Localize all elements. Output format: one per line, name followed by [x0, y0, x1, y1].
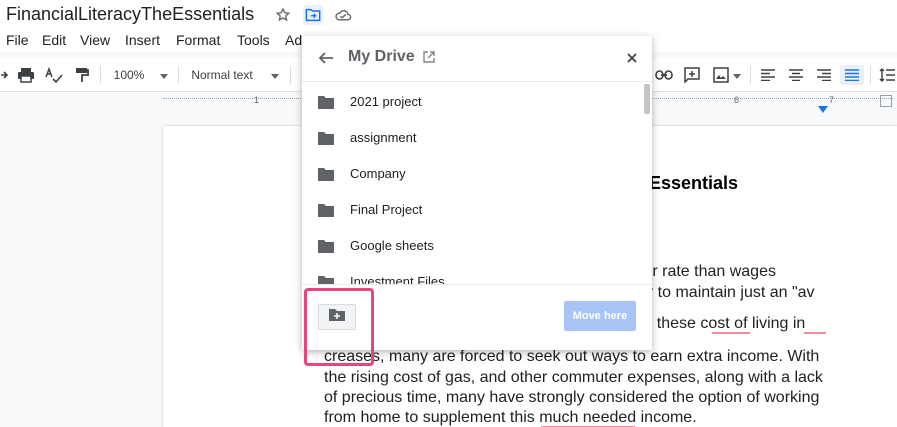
- chevron-down-icon: [160, 66, 169, 84]
- folder-row[interactable]: Company: [302, 156, 642, 192]
- document-line: ter rate than wages: [639, 263, 776, 280]
- folder-name: Company: [350, 166, 406, 181]
- spellcheck-underline: [712, 332, 750, 334]
- dialog-title: My Drive: [348, 48, 415, 65]
- move-to-dialog: My Drive 2021 project assignment Company…: [302, 36, 652, 350]
- move-here-button[interactable]: Move here: [564, 301, 636, 331]
- document-line: from home to supplement this much needed…: [324, 409, 697, 426]
- folder-name: 2021 project: [350, 94, 422, 109]
- ruler-number: 6: [734, 95, 740, 105]
- line-spacing-icon[interactable]: [878, 65, 896, 85]
- document-line: creases, many are forced to seek out way…: [324, 348, 820, 365]
- toolbar-separator: [100, 66, 101, 84]
- style-select[interactable]: Normal text: [188, 65, 282, 85]
- toolbar-separator: [178, 66, 179, 84]
- folder-list-scrollbar[interactable]: [642, 82, 652, 284]
- document-heading: Essentials: [649, 173, 739, 193]
- back-arrow-icon[interactable]: [316, 48, 336, 68]
- folder-name: Final Project: [350, 202, 423, 217]
- folder-row[interactable]: 2021 project: [302, 84, 642, 120]
- scrollbar-thumb[interactable]: [644, 84, 650, 114]
- folder-icon: [318, 131, 334, 145]
- document-line: th these cost of living in: [639, 315, 806, 332]
- dialog-header: My Drive: [302, 36, 652, 82]
- zoom-select[interactable]: 100%: [112, 65, 170, 85]
- print-icon[interactable]: [16, 65, 36, 85]
- new-folder-button[interactable]: [318, 304, 356, 330]
- folder-icon: [318, 203, 334, 217]
- add-comment-icon[interactable]: [682, 65, 702, 85]
- folder-list: 2021 project assignment Company Final Pr…: [302, 84, 642, 284]
- star-icon[interactable]: [273, 5, 293, 25]
- align-right-icon[interactable]: [814, 65, 834, 85]
- toolbar-separator: [290, 66, 291, 84]
- document-line: of precious time, many have strongly con…: [324, 389, 820, 406]
- menu-view[interactable]: View: [80, 32, 110, 48]
- folder-row[interactable]: Investment Files: [302, 264, 642, 284]
- zoom-value: 100%: [113, 68, 145, 82]
- document-title[interactable]: FinancialLiteracyTheEssentials: [6, 4, 254, 25]
- folder-icon: [318, 95, 334, 109]
- insert-image-icon[interactable]: [710, 65, 744, 85]
- align-center-icon[interactable]: [786, 65, 806, 85]
- menu-tools[interactable]: Tools: [237, 32, 270, 48]
- document-line: the rising cost of gas, and other commut…: [324, 369, 823, 386]
- style-value: Normal text: [191, 68, 253, 82]
- chevron-down-icon: [733, 66, 741, 84]
- toolbar-separator: [870, 66, 871, 84]
- insert-link-icon[interactable]: [654, 65, 674, 85]
- folder-row[interactable]: Google sheets: [302, 228, 642, 264]
- menu-edit[interactable]: Edit: [42, 32, 66, 48]
- paint-format-icon[interactable]: [72, 65, 92, 85]
- close-icon[interactable]: [622, 48, 642, 68]
- title-bar: FinancialLiteracyTheEssentials: [0, 0, 897, 30]
- toolbar-separator: [750, 66, 751, 84]
- right-indent-marker[interactable]: [818, 100, 828, 118]
- ruler-end-marker: [880, 95, 892, 107]
- folder-icon: [318, 239, 334, 253]
- menu-addons[interactable]: Ad: [285, 32, 302, 48]
- spellcheck-icon[interactable]: [44, 65, 64, 85]
- ruler-number: 7: [829, 95, 835, 105]
- folder-icon: [318, 167, 334, 181]
- ruler-number: 1: [254, 95, 260, 105]
- menu-insert[interactable]: Insert: [125, 32, 160, 48]
- redo-icon[interactable]: [0, 65, 10, 85]
- folder-name: assignment: [350, 130, 417, 145]
- folder-name: Google sheets: [350, 238, 434, 253]
- menu-file[interactable]: File: [6, 32, 29, 48]
- folder-name: Investment Files: [350, 274, 445, 284]
- new-folder-icon: [329, 308, 345, 326]
- chevron-down-icon: [270, 66, 279, 84]
- move-to-folder-icon[interactable]: [303, 5, 323, 25]
- document-line: er to maintain just an "av: [639, 284, 815, 301]
- spellcheck-underline: [804, 332, 826, 334]
- menu-format[interactable]: Format: [176, 32, 220, 48]
- open-in-new-icon[interactable]: [423, 50, 437, 64]
- align-justify-icon[interactable]: [840, 65, 864, 85]
- cloud-status-icon[interactable]: [333, 5, 353, 25]
- align-left-icon[interactable]: [758, 65, 778, 85]
- dialog-footer: Move here: [302, 284, 652, 350]
- folder-row[interactable]: Final Project: [302, 192, 642, 228]
- folder-row[interactable]: assignment: [302, 120, 642, 156]
- folder-icon: [318, 275, 334, 284]
